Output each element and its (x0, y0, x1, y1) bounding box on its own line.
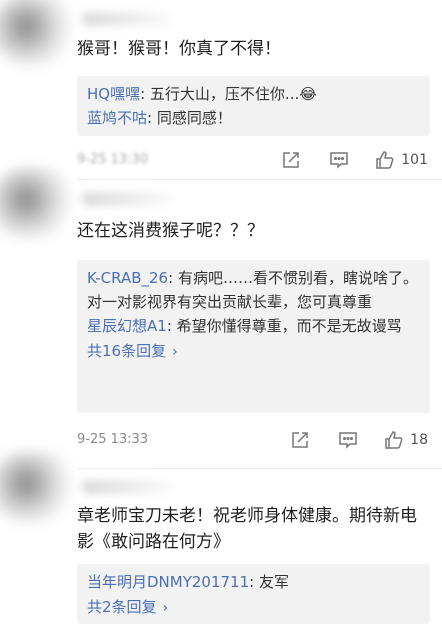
timestamp: 9-25 13:30 (77, 152, 149, 167)
view-more-replies-link[interactable]: 共16条回复 › (87, 338, 178, 365)
reply-box[interactable]: 当年明月DNMY201711: 友军 共2条回复 › (77, 564, 430, 624)
like-count: 101 (401, 152, 428, 168)
reply-username[interactable]: 星辰幻想A1 (87, 317, 167, 335)
like-count: 18 (410, 432, 428, 448)
divider (77, 468, 442, 469)
comment-card: 还在这消费猴子呢？？？ K-CRAB_26: 有病吧……看不惯别看，瞎说啥了。对… (0, 168, 442, 470)
username[interactable] (82, 480, 172, 494)
reply-item[interactable]: 星辰幻想A1: 希望你懂得尊重，而不是无故谩骂 (87, 314, 420, 338)
reply-box[interactable]: K-CRAB_26: 有病吧……看不惯别看，瞎说啥了。对一对影视界有突出贡献长辈… (77, 260, 430, 413)
comment-meta: 9-25 13:30 101 (77, 150, 442, 174)
comment-card: 章老师宝刀未老！祝老师身体健康。期待新电影《敢问路在何方》 当年明月DNMY20… (0, 452, 442, 633)
reply-text: 友军 (258, 573, 289, 591)
chevron-right-icon: › (162, 600, 169, 616)
reply-text: 五行大山，压不住你...😂 (149, 85, 317, 103)
more-replies-label: 共16条回复 (87, 342, 167, 360)
comment-icon[interactable] (329, 150, 349, 170)
reply-item[interactable]: 当年明月DNMY201711: 友军 (87, 570, 420, 594)
view-more-replies-link[interactable]: 共2条回复 › (87, 594, 168, 621)
comment-actions: 18 (290, 430, 428, 450)
reply-item[interactable]: K-CRAB_26: 有病吧……看不惯别看，瞎说啥了。对一对影视界有突出贡献长辈… (87, 266, 420, 314)
avatar[interactable] (0, 168, 80, 238)
chevron-right-icon: › (172, 344, 178, 360)
reply-username[interactable]: 蓝鸠不咕 (87, 109, 147, 127)
reply-username[interactable]: 当年明月DNMY201711 (87, 573, 249, 591)
comment-meta: 9-25 13:33 18 (77, 430, 442, 454)
comment-actions: 101 (281, 150, 428, 170)
comment-icon[interactable] (338, 430, 358, 450)
reply-box[interactable]: HQ嘿嘿: 五行大山，压不住你...😂 蓝鸠不咕: 同感同感！ (77, 76, 430, 136)
reply-separator: : (168, 269, 178, 287)
avatar[interactable] (0, 452, 80, 522)
reply-separator: : (147, 109, 157, 127)
comment-text: 猴哥！猴哥！你真了不得！ (77, 39, 281, 59)
username[interactable] (82, 192, 172, 206)
reply-item[interactable]: HQ嘿嘿: 五行大山，压不住你...😂 (87, 82, 420, 106)
reply-separator: : (140, 85, 150, 103)
reply-text: 希望你懂得尊重，而不是无故谩骂 (176, 317, 402, 335)
reply-username[interactable]: HQ嘿嘿 (87, 85, 140, 103)
more-replies-label: 共2条回复 (87, 598, 157, 616)
comment-text: 还在这消费猴子呢？？？ (77, 221, 264, 241)
comment-card: 猴哥！猴哥！你真了不得！ HQ嘿嘿: 五行大山，压不住你...😂 蓝鸠不咕: 同… (0, 0, 442, 180)
reply-separator: : (249, 573, 259, 591)
reply-username[interactable]: K-CRAB_26 (87, 269, 168, 287)
share-icon[interactable] (281, 150, 301, 170)
comment-text: 章老师宝刀未老！祝老师身体健康。期待新电影《敢问路在何方》 (77, 506, 417, 552)
username[interactable] (82, 12, 172, 26)
thumbs-up-icon[interactable] (384, 430, 404, 450)
reply-separator: : (166, 317, 177, 335)
thumbs-up-icon[interactable] (375, 150, 395, 170)
reply-text: 同感同感！ (156, 109, 232, 127)
avatar[interactable] (0, 0, 80, 65)
share-icon[interactable] (290, 430, 310, 450)
timestamp: 9-25 13:33 (77, 432, 149, 447)
reply-item[interactable]: 蓝鸠不咕: 同感同感！ (87, 106, 420, 130)
